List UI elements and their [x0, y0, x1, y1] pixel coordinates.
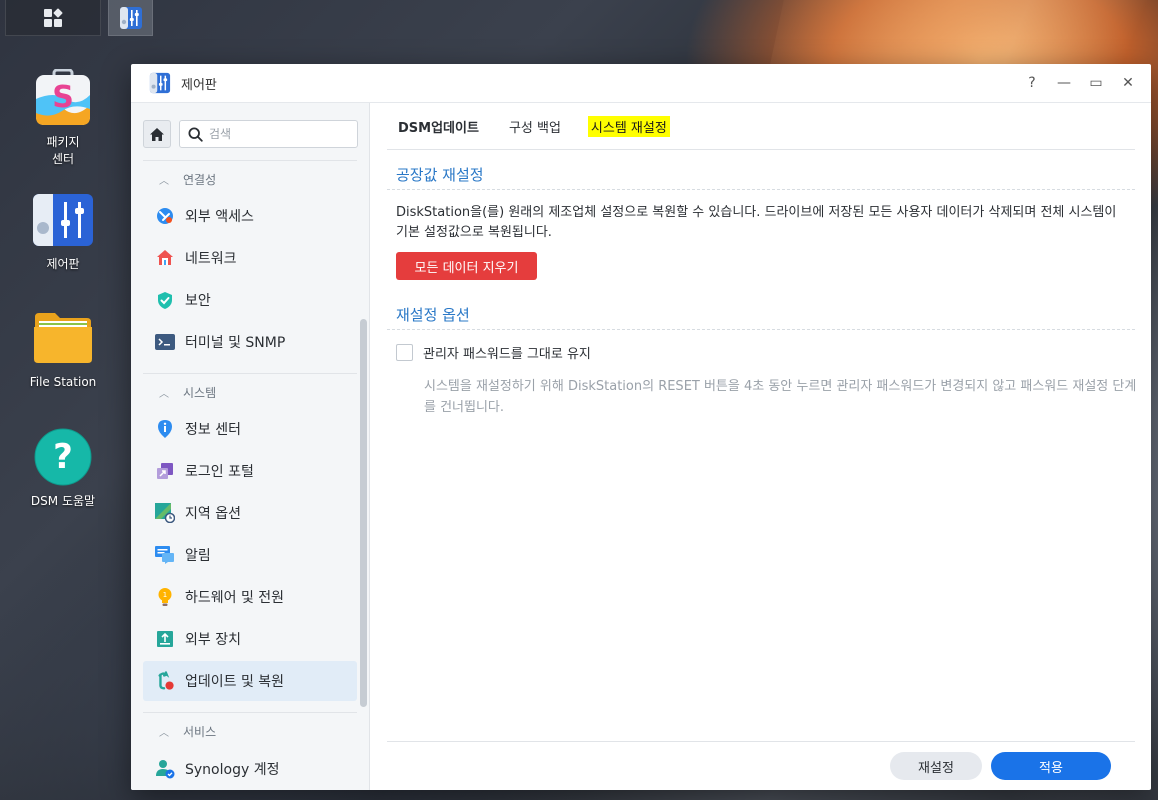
home-button[interactable] [143, 120, 171, 148]
search-icon [188, 126, 203, 142]
sidebar-item-regional-options[interactable]: 지역 옵션 [143, 493, 357, 533]
apply-button[interactable]: 적용 [991, 752, 1111, 780]
desktop-icon-label: DSM 도움말 [30, 494, 96, 508]
folder-icon [34, 313, 92, 363]
main-menu-button[interactable] [5, 0, 101, 36]
grid-icon [44, 7, 63, 27]
window-title: 제어판 [181, 77, 217, 93]
sidebar-item-external-access[interactable]: 외부 액세스 [143, 196, 357, 236]
maximize-button[interactable]: ▭ [1087, 73, 1105, 93]
tab-system-reset[interactable]: 시스템 재설정 [587, 115, 670, 137]
sidebar-item-terminal-snmp[interactable]: 터미널 및 SNMP [143, 322, 357, 362]
network-icon [157, 250, 173, 265]
sidebar: ︿ 연결성 외부 액세스 네트워크 보안 터미널 및 SNMP ︿ 시스템 정보… [131, 103, 370, 790]
package-center-icon: S [36, 69, 90, 125]
info-icon [158, 420, 172, 438]
svg-text:?: ? [53, 437, 73, 477]
reset-options-title: 재설정 옵션 [396, 306, 470, 324]
control-panel-icon [119, 6, 142, 29]
tab-bar: DSM업데이트 구성 백업 시스템 재설정 [387, 103, 1135, 150]
factory-reset-title: 공장값 재설정 [396, 166, 484, 184]
chevron-up-icon: ︿ [159, 176, 169, 187]
reset-hint-text: 시스템을 재설정하기 위해 DiskStation의 RESET 버튼을 4초 … [424, 379, 1137, 415]
sidebar-group-services[interactable]: ︿ 서비스 [159, 723, 216, 740]
chevron-up-icon: ︿ [159, 728, 169, 739]
minimize-button[interactable]: — [1055, 73, 1073, 93]
search-input[interactable] [209, 127, 349, 141]
control-panel-icon [149, 72, 171, 94]
home-icon [150, 127, 164, 141]
sidebar-item-synology-account[interactable]: Synology 계정 [143, 749, 357, 789]
sidebar-group-connectivity[interactable]: ︿ 연결성 [159, 171, 216, 188]
sidebar-item-login-portal[interactable]: 로그인 포털 [143, 451, 357, 491]
shield-icon [158, 291, 172, 309]
account-icon [156, 760, 175, 779]
terminal-icon [155, 334, 175, 350]
lightbulb-icon: 1 [158, 588, 172, 606]
sidebar-item-notifications[interactable]: 알림 [143, 535, 357, 575]
taskbar [0, 0, 1158, 38]
help-button[interactable]: ? [1023, 73, 1041, 93]
desktop-icon-dsm-help[interactable]: ? DSM 도움말 [8, 427, 118, 510]
sidebar-item-network[interactable]: 네트워크 [143, 238, 357, 278]
external-device-icon [157, 631, 173, 647]
window-titlebar[interactable]: 제어판 ? — ▭ ✕ [131, 64, 1151, 103]
desktop-icon-label: 패키지 센터 [46, 135, 80, 166]
tab-dsm-update[interactable]: DSM업데이트 [395, 116, 482, 137]
sidebar-group-system[interactable]: ︿ 시스템 [159, 384, 216, 401]
svg-text:1: 1 [163, 591, 167, 599]
svg-text:S: S [52, 80, 74, 115]
sidebar-item-hardware-power[interactable]: 1 하드웨어 및 전원 [143, 577, 357, 617]
sidebar-item-security[interactable]: 보안 [143, 280, 357, 320]
desktop-icon-file-station[interactable]: File Station [8, 308, 118, 391]
keep-admin-password-row[interactable]: 관리자 패스워드를 그대로 유지 [396, 343, 591, 362]
reset-button[interactable]: 재설정 [890, 752, 982, 780]
help-icon: ? [34, 428, 92, 486]
desktop-icon-label: 제어판 [46, 257, 80, 271]
chevron-up-icon: ︿ [159, 389, 169, 400]
tab-config-backup[interactable]: 구성 백업 [506, 116, 564, 137]
control-panel-icon [33, 194, 93, 246]
keep-admin-password-checkbox[interactable] [396, 344, 413, 361]
external-access-icon [157, 208, 173, 224]
keep-admin-password-label: 관리자 패스워드를 그대로 유지 [423, 347, 591, 362]
sidebar-item-update-restore[interactable]: 업데이트 및 복원 [143, 661, 357, 701]
desktop-icon-label: File Station [29, 375, 97, 389]
notification-icon [155, 546, 174, 564]
login-portal-icon [157, 463, 173, 479]
regional-options-icon [155, 503, 175, 523]
taskbar-control-panel-button[interactable] [108, 0, 153, 36]
factory-reset-description: DiskStation을(를) 원래의 제조업체 설정으로 복원할 수 있습니다… [396, 205, 1117, 240]
erase-all-data-button[interactable]: 모든 데이터 지우기 [396, 252, 537, 280]
control-panel-window: 제어판 ? — ▭ ✕ ︿ 연결성 [131, 64, 1151, 790]
sidebar-scrollbar[interactable] [360, 319, 367, 707]
sidebar-item-info-center[interactable]: 정보 센터 [143, 409, 357, 449]
main-content: DSM업데이트 구성 백업 시스템 재설정 공장값 재설정 DiskStatio… [371, 103, 1151, 790]
sidebar-item-external-devices[interactable]: 외부 장치 [143, 619, 357, 659]
desktop-icon-package-center[interactable]: S 패키지 센터 [8, 68, 118, 168]
desktop-icon-control-panel[interactable]: 제어판 [8, 190, 118, 273]
search-box[interactable] [179, 120, 358, 148]
update-restore-icon [158, 671, 174, 690]
close-button[interactable]: ✕ [1119, 73, 1137, 93]
